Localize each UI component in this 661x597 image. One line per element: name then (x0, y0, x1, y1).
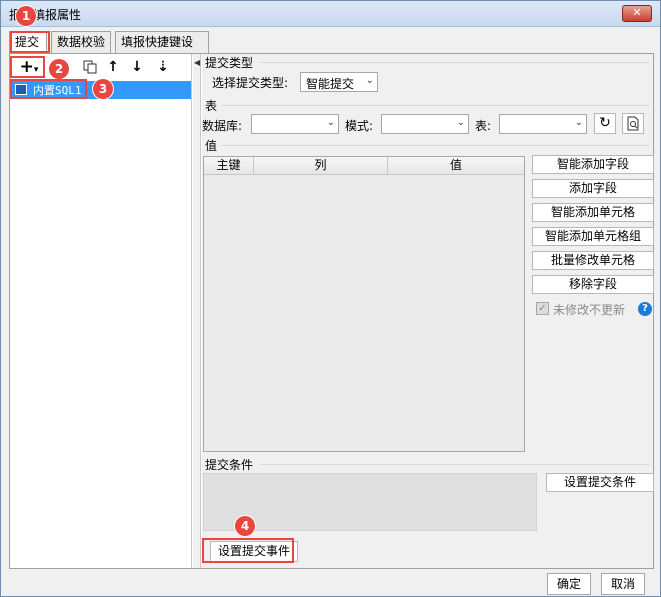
copy-button[interactable] (82, 57, 98, 77)
copy-icon (83, 60, 97, 74)
annotation-box-submit-tab (10, 31, 50, 53)
help-icon[interactable]: ? (638, 302, 652, 316)
collapse-left-icon[interactable]: ◀ (194, 58, 200, 67)
database-label: 数据库: (202, 119, 243, 133)
refresh-button[interactable]: ↻ (594, 113, 616, 134)
chevron-down-icon: ⌄ (326, 117, 335, 128)
ok-button[interactable]: 确定 (547, 573, 591, 595)
batch-edit-cells-button[interactable]: 批量修改单元格 (532, 251, 654, 270)
chevron-down-icon: ⌄ (365, 75, 374, 86)
column-header-value[interactable]: 值 (388, 157, 524, 175)
table-select[interactable]: ⌄ (499, 114, 587, 134)
refresh-icon: ↻ (599, 115, 611, 131)
arrow-down-icon: ↓ (131, 59, 143, 75)
no-update-unchanged-label: 未修改不更新 (553, 303, 626, 317)
values-table-header: 主键 列 值 (204, 157, 524, 175)
move-up-button[interactable]: ↑ (106, 57, 120, 77)
database-select[interactable]: ⌄ (251, 114, 339, 134)
smart-add-field-button[interactable]: 智能添加字段 (532, 155, 654, 174)
right-panel: 提交类型 选择提交类型: 智能提交 ⌄ 表 数据库: ⌄ 模式: ⌄ 表: ⌄ … (202, 54, 654, 568)
remove-field-button[interactable]: 移除字段 (532, 275, 654, 294)
checkbox-checked-icon: ✓ (536, 302, 549, 315)
divider (222, 105, 650, 106)
divider (260, 62, 650, 63)
submit-type-value: 智能提交 (306, 77, 355, 91)
schema-select[interactable]: ⌄ (381, 114, 469, 134)
arrow-up-icon: ↑ (107, 59, 119, 75)
left-panel: +▾ ↑ ↓ ⇣ 内置SQL1 (10, 54, 192, 568)
divider (222, 145, 650, 146)
submit-type-field-label: 选择提交类型: (212, 76, 289, 90)
chevron-down-icon: ⌄ (574, 117, 583, 128)
column-header-column[interactable]: 列 (254, 157, 388, 175)
cancel-button[interactable]: 取消 (601, 573, 645, 595)
smart-add-cell-button[interactable]: 智能添加单元格 (532, 203, 654, 222)
preview-button[interactable] (622, 113, 644, 134)
add-field-button[interactable]: 添加字段 (532, 179, 654, 198)
submit-type-select[interactable]: 智能提交 ⌄ (300, 72, 378, 92)
annotation-badge-4: 4 (235, 516, 255, 536)
tab-content: +▾ ↑ ↓ ⇣ 内置SQL1 ◀ 提交类型 选择提交类型: 智能提交 ⌄ 表 … (9, 53, 654, 569)
annotation-badge-3: 3 (93, 79, 113, 99)
preview-icon (627, 116, 639, 131)
smart-add-cell-group-button[interactable]: 智能添加单元格组 (532, 227, 654, 246)
divider (260, 464, 650, 465)
column-header-primary-key[interactable]: 主键 (204, 157, 254, 175)
close-button[interactable]: ✕ (622, 5, 652, 22)
panel-splitter[interactable]: ◀ (193, 54, 201, 568)
values-table[interactable]: 主键 列 值 (203, 156, 525, 452)
annotation-badge-1: 1 (16, 6, 36, 26)
sort-button[interactable]: ⇣ (154, 57, 172, 77)
submit-type-section-label: 提交类型 (205, 56, 254, 70)
table-label: 表: (475, 119, 492, 133)
annotation-badge-2: 2 (49, 59, 69, 79)
schema-label: 模式: (345, 119, 374, 133)
title-bar[interactable]: 报表填报属性 ✕ (1, 1, 660, 27)
dialog-window: 报表填报属性 ✕ 提交 数据校验 填报快捷键设置 +▾ ↑ ↓ ⇣ (0, 0, 661, 597)
set-submit-condition-button[interactable]: 设置提交条件 (546, 473, 654, 492)
move-down-button[interactable]: ↓ (130, 57, 144, 77)
annotation-box-tree-item (10, 79, 87, 99)
annotation-box-submit-event (202, 538, 294, 563)
annotation-box-add-button (10, 56, 45, 78)
chevron-down-icon: ⌄ (456, 117, 465, 128)
tab-shortcut-settings[interactable]: 填报快捷键设置 (115, 31, 209, 69)
sort-down-icon: ⇣ (157, 59, 169, 75)
values-section-label: 值 (205, 139, 218, 153)
table-section-label: 表 (205, 99, 218, 113)
tab-data-validation[interactable]: 数据校验 (51, 31, 111, 53)
no-update-unchanged-checkbox[interactable]: ✓ 未修改不更新 (536, 301, 636, 317)
submit-condition-section-label: 提交条件 (205, 458, 254, 472)
